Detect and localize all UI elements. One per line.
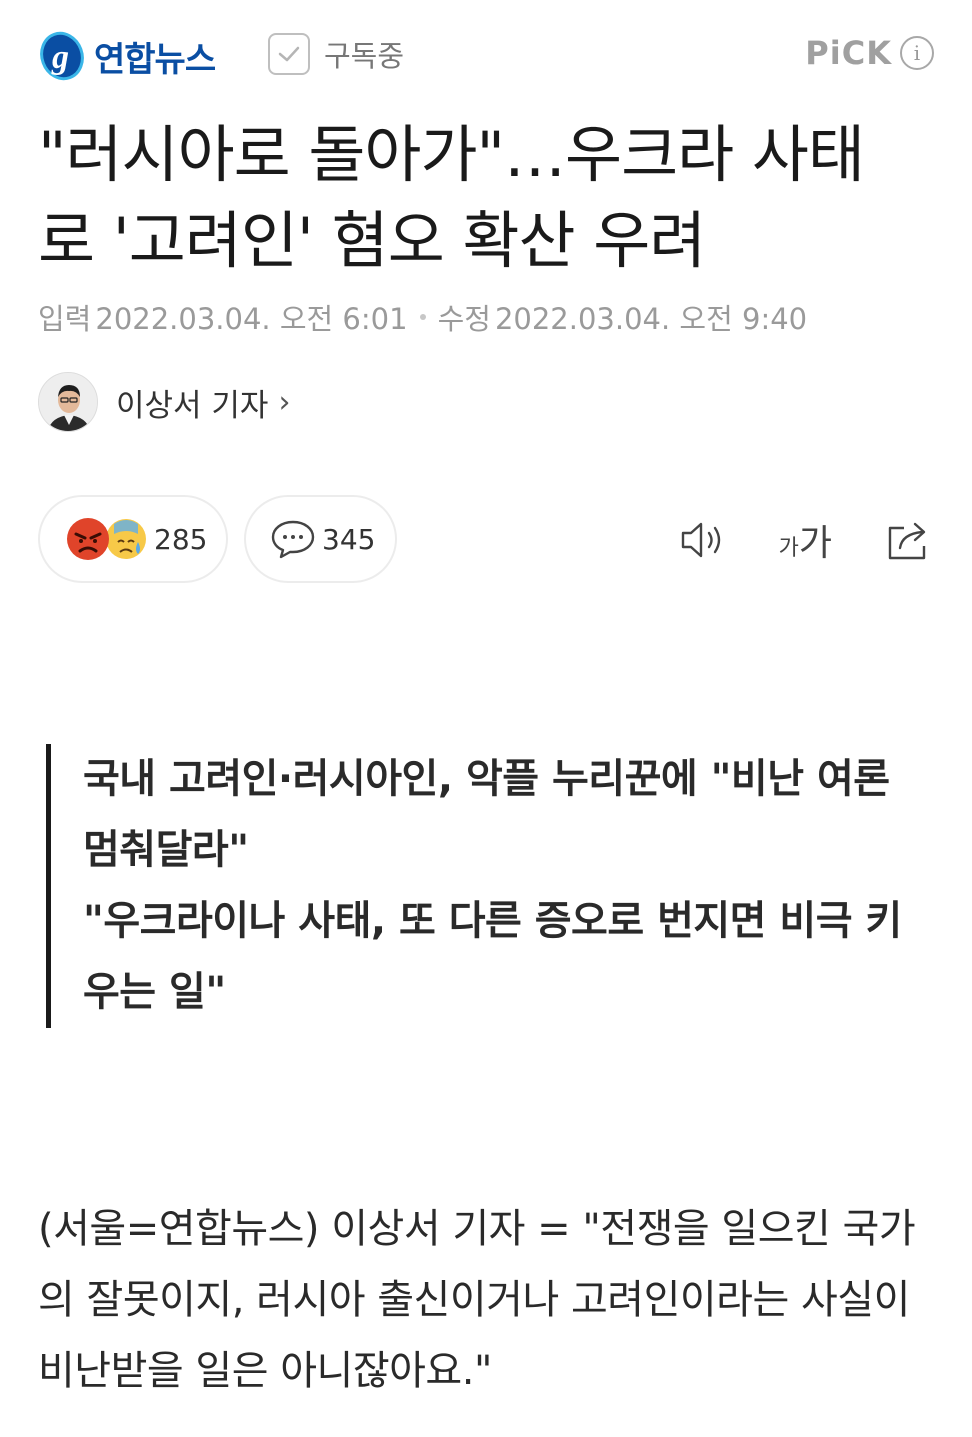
published-label: 입력 bbox=[38, 302, 92, 336]
comment-bubble-icon bbox=[271, 520, 315, 559]
chevron-right-icon: › bbox=[278, 384, 291, 420]
article-header: g 연합뉴스 구독중 PiCK i bbox=[0, 0, 972, 110]
subscribe-button[interactable]: 구독중 bbox=[268, 33, 404, 75]
pick-label: PiCK bbox=[805, 34, 892, 72]
font-small-label: 가 bbox=[778, 536, 799, 561]
font-big-label: 가 bbox=[798, 523, 832, 564]
article-summary: 국내 고려인·러시아인, 악플 누리꾼에 "비난 여론 멈춰달라" "우크라이나… bbox=[46, 744, 906, 1028]
press-logo[interactable]: g 연합뉴스 bbox=[38, 28, 216, 84]
summary-line: 국내 고려인·러시아인, 악플 누리꾼에 "비난 여론 멈춰달라" bbox=[83, 756, 890, 873]
comment-count: 345 bbox=[322, 522, 376, 556]
modified-label: 수정 bbox=[437, 302, 491, 336]
reporter-link[interactable]: 이상서 기자 › bbox=[38, 372, 290, 432]
reaction-count: 285 bbox=[154, 522, 208, 556]
article-toolbar: 가 가 bbox=[679, 515, 932, 565]
reporter-avatar bbox=[38, 372, 98, 432]
share-icon[interactable] bbox=[884, 518, 932, 562]
reaction-emoji-icons bbox=[67, 518, 146, 560]
article-title: "러시아로 돌아가"…우크라 사태로 '고려인' 혐오 확산 우려 bbox=[38, 118, 865, 277]
yonhap-logo-icon: g bbox=[38, 30, 86, 82]
pick-badge[interactable]: PiCK i bbox=[805, 34, 934, 72]
published-date: 2022.03.04. 오전 6:01 bbox=[95, 302, 408, 336]
summary-line: "우크라이나 사태, 또 다른 증오로 번지면 비극 키우는 일" bbox=[83, 898, 902, 1015]
reporter-name: 이상서 기자 bbox=[116, 387, 269, 424]
font-size-button[interactable]: 가 가 bbox=[779, 514, 832, 566]
sad-face-icon bbox=[106, 519, 146, 559]
separator-dot bbox=[419, 314, 426, 320]
comment-button[interactable]: 345 bbox=[244, 495, 397, 583]
article-body: (서울=연합뉴스) 이상서 기자 = "전쟁을 일으킨 국가의 잘못이지, 러시… bbox=[38, 1206, 916, 1394]
checkbox-icon bbox=[268, 33, 310, 75]
article-dates: 입력 2022.03.04. 오전 6:01 수정 2022.03.04. 오전… bbox=[38, 296, 807, 338]
svg-text:g: g bbox=[51, 39, 69, 76]
subscribe-label: 구독중 bbox=[324, 39, 405, 73]
reaction-button[interactable]: 285 bbox=[38, 495, 228, 583]
modified-date: 2022.03.04. 오전 9:40 bbox=[494, 302, 808, 336]
angry-face-icon bbox=[67, 518, 109, 560]
info-icon[interactable]: i bbox=[900, 36, 934, 70]
speaker-icon[interactable] bbox=[679, 519, 729, 561]
press-name: 연합뉴스 bbox=[94, 39, 216, 80]
